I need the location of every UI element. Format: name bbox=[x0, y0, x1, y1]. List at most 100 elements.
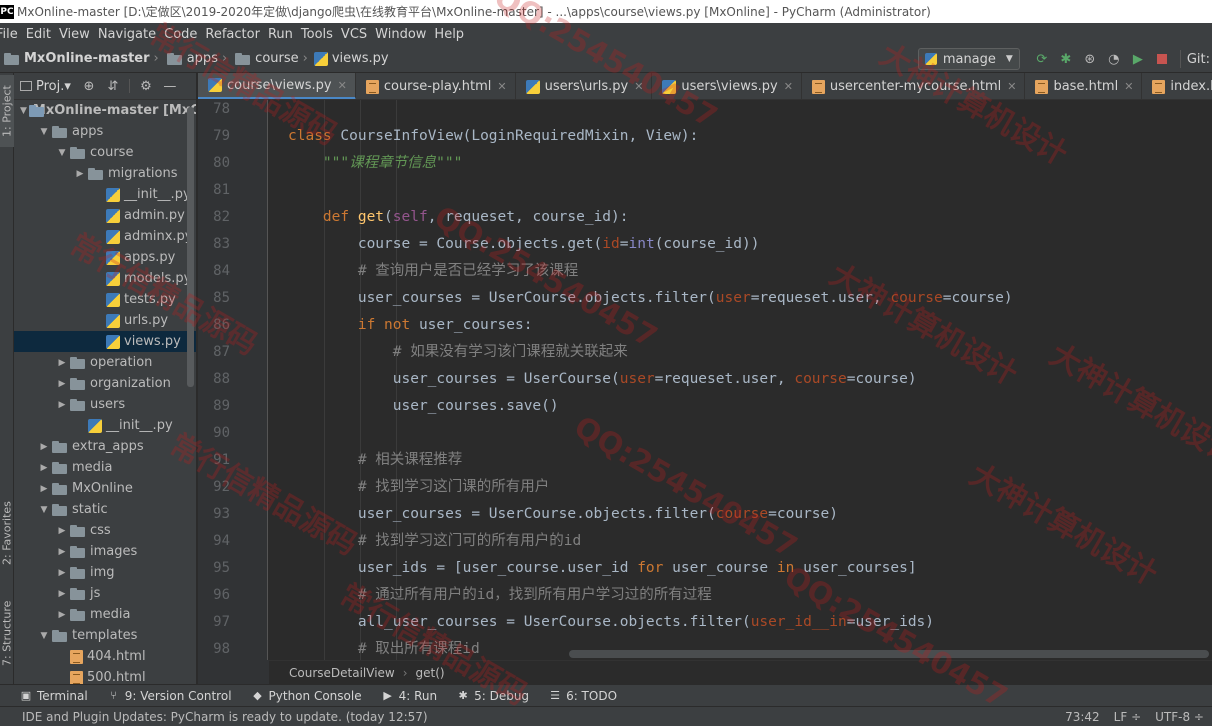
editor-scrollbar[interactable] bbox=[569, 650, 1209, 658]
tree-item[interactable]: models.py bbox=[14, 268, 196, 289]
rerun-icon[interactable]: ⟳ bbox=[1034, 51, 1050, 67]
chevron-right-icon[interactable]: ▶ bbox=[56, 547, 68, 557]
tree-item[interactable]: ▼ MxOnline-master [MxOn bbox=[14, 100, 196, 121]
tree-item[interactable]: adminx.py bbox=[14, 226, 196, 247]
tool-window-run[interactable]: ▶ 4: Run bbox=[382, 689, 437, 703]
tool-window-python[interactable]: ◆ Python Console bbox=[252, 689, 361, 703]
breadcrumb-item[interactable]: MxOnline-master bbox=[0, 51, 150, 66]
run-configuration-dropdown[interactable]: manage ▼ bbox=[917, 48, 1020, 70]
project-view-selector[interactable]: Proj.▾ bbox=[14, 79, 77, 94]
menu-vcs[interactable]: VCS bbox=[337, 27, 371, 42]
menu-code[interactable]: Code bbox=[160, 27, 201, 42]
close-icon[interactable]: ✕ bbox=[634, 80, 643, 93]
chevron-right-icon[interactable]: ▶ bbox=[56, 610, 68, 620]
tree-item[interactable]: ▶ MxOnline bbox=[14, 478, 196, 499]
favorites-tool-tab[interactable]: 2: Favorites bbox=[0, 488, 14, 578]
tree-item[interactable]: ▶ images bbox=[14, 541, 196, 562]
line-separator[interactable]: LF ÷ bbox=[1114, 710, 1141, 724]
tree-item[interactable]: 500.html bbox=[14, 667, 196, 684]
editor-tab[interactable]: users\views.py ✕ bbox=[652, 73, 802, 99]
tool-window-terminal[interactable]: ▣ Terminal bbox=[20, 689, 88, 703]
menu-refactor[interactable]: Refactor bbox=[201, 27, 264, 42]
locate-target-icon[interactable]: ⊕ bbox=[81, 78, 97, 94]
tree-item[interactable]: ▶ js bbox=[14, 583, 196, 604]
chevron-down-icon[interactable]: ▼ bbox=[56, 148, 68, 158]
tree-item[interactable]: apps.py bbox=[14, 247, 196, 268]
coverage-icon[interactable]: ⊛ bbox=[1082, 51, 1098, 67]
chevron-right-icon[interactable]: ▶ bbox=[56, 400, 68, 410]
chevron-right-icon[interactable]: ▶ bbox=[56, 526, 68, 536]
chevron-down-icon[interactable]: ▼ bbox=[38, 631, 50, 641]
close-icon[interactable]: ✕ bbox=[784, 80, 793, 93]
menu-view[interactable]: View bbox=[55, 27, 94, 42]
file-encoding[interactable]: UTF-8 ÷ bbox=[1155, 710, 1204, 724]
chevron-down-icon[interactable]: ▼ bbox=[20, 106, 27, 116]
tree-item[interactable]: ▶ img bbox=[14, 562, 196, 583]
chevron-down-icon[interactable]: ▼ bbox=[38, 127, 50, 137]
editor-tab[interactable]: course-play.html ✕ bbox=[356, 73, 516, 99]
menu-navigate[interactable]: Navigate bbox=[94, 27, 160, 42]
project-tool-tab[interactable]: 1: Project bbox=[0, 75, 14, 147]
breadcrumb-item[interactable]: › course bbox=[218, 51, 299, 66]
close-icon[interactable]: ✕ bbox=[1007, 80, 1016, 93]
tree-item[interactable]: ▶ extra_apps bbox=[14, 436, 196, 457]
chevron-right-icon[interactable]: ▶ bbox=[56, 379, 68, 389]
tree-item[interactable]: ▶ organization bbox=[14, 373, 196, 394]
collapse-all-icon[interactable]: ⇵ bbox=[105, 78, 121, 94]
code-editor[interactable]: class CourseInfoView(LoginRequiredMixin,… bbox=[269, 100, 1212, 660]
chevron-right-icon[interactable]: ▶ bbox=[56, 589, 68, 599]
chevron-right-icon[interactable]: ▶ bbox=[38, 463, 50, 473]
close-icon[interactable]: ✕ bbox=[338, 79, 347, 92]
editor-tab[interactable]: course\views.py ✕ bbox=[198, 73, 356, 99]
gear-icon[interactable]: ⚙ bbox=[138, 78, 154, 94]
close-icon[interactable]: ✕ bbox=[1124, 80, 1133, 93]
tree-item[interactable]: ▼ course bbox=[14, 142, 196, 163]
tree-item[interactable]: 404.html bbox=[14, 646, 196, 667]
tree-item[interactable]: admin.py bbox=[14, 205, 196, 226]
tree-item[interactable]: views.py bbox=[14, 331, 196, 352]
chevron-right-icon[interactable]: ▶ bbox=[74, 169, 86, 179]
chevron-right-icon[interactable]: ▶ bbox=[38, 484, 50, 494]
chevron-down-icon[interactable]: ▼ bbox=[38, 505, 50, 515]
menu-tools[interactable]: Tools bbox=[297, 27, 337, 42]
tree-item[interactable]: ▶ media bbox=[14, 457, 196, 478]
tree-item[interactable]: urls.py bbox=[14, 310, 196, 331]
tool-window-vcs[interactable]: ⑂ 9: Version Control bbox=[108, 689, 231, 703]
tool-window-todo[interactable]: ☰ 6: TODO bbox=[549, 689, 617, 703]
chevron-right-icon[interactable]: ▶ bbox=[56, 358, 68, 368]
editor-tab[interactable]: usercenter-mycourse.html ✕ bbox=[802, 73, 1026, 99]
chevron-right-icon[interactable]: ▶ bbox=[38, 442, 50, 452]
menu-help[interactable]: Help bbox=[430, 27, 468, 42]
structure-tool-tab[interactable]: 7: Structure bbox=[0, 588, 14, 678]
breadcrumb-method[interactable]: get() bbox=[416, 666, 445, 680]
status-message[interactable]: IDE and Plugin Updates: PyCharm is ready… bbox=[22, 710, 428, 724]
menu-run[interactable]: Run bbox=[264, 27, 297, 42]
tree-item[interactable]: ▶ users bbox=[14, 394, 196, 415]
project-scrollbar[interactable] bbox=[187, 107, 194, 387]
tree-item[interactable]: ▶ css bbox=[14, 520, 196, 541]
tool-window-debug[interactable]: ✱ 5: Debug bbox=[457, 689, 529, 703]
run-concurrency-icon[interactable]: ▶ bbox=[1130, 51, 1146, 67]
breadcrumb-class[interactable]: CourseDetailView bbox=[289, 666, 395, 680]
stop-icon[interactable] bbox=[1154, 51, 1170, 67]
tree-item[interactable]: __init__.py bbox=[14, 415, 196, 436]
profile-icon[interactable]: ◔ bbox=[1106, 51, 1122, 67]
tree-item[interactable]: __init__.py bbox=[14, 184, 196, 205]
editor-tab[interactable]: users\urls.py ✕ bbox=[516, 73, 653, 99]
menu-edit[interactable]: Edit bbox=[22, 27, 55, 42]
breadcrumb-item[interactable]: › apps bbox=[150, 51, 218, 66]
tree-item[interactable]: ▼ static bbox=[14, 499, 196, 520]
breadcrumb-item[interactable]: › views.py bbox=[299, 51, 389, 66]
debug-bug-icon[interactable]: ✱ bbox=[1058, 51, 1074, 67]
close-icon[interactable]: ✕ bbox=[497, 80, 506, 93]
tree-item[interactable]: ▶ migrations bbox=[14, 163, 196, 184]
tree-item[interactable]: ▼ templates bbox=[14, 625, 196, 646]
tree-item[interactable]: ▶ operation bbox=[14, 352, 196, 373]
caret-position[interactable]: 73:42 bbox=[1065, 710, 1100, 724]
chevron-right-icon[interactable]: ▶ bbox=[56, 568, 68, 578]
menu-window[interactable]: Window bbox=[371, 27, 430, 42]
editor-tab[interactable]: index.html✕ bbox=[1142, 73, 1212, 99]
editor-tab[interactable]: base.html ✕ bbox=[1025, 73, 1143, 99]
tree-item[interactable]: ▶ media bbox=[14, 604, 196, 625]
tree-item[interactable]: tests.py bbox=[14, 289, 196, 310]
